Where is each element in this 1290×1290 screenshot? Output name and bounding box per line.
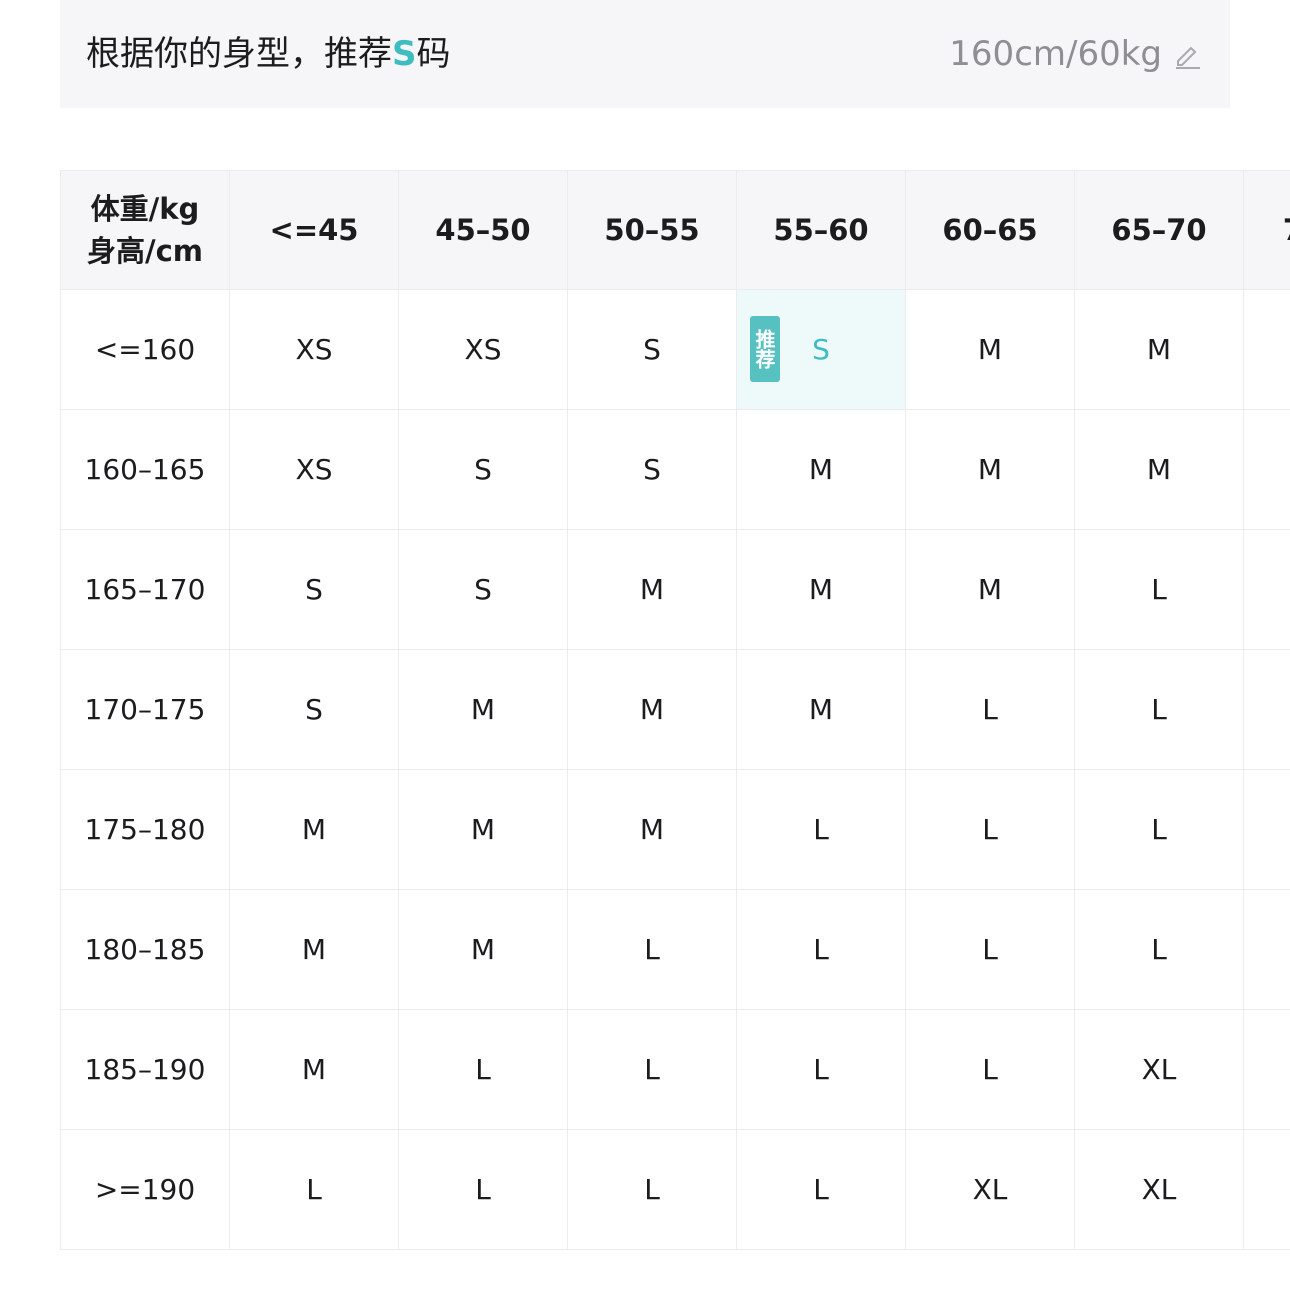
recommended-badge: 推荐 xyxy=(750,316,780,382)
measurement-value: 160cm/60kg xyxy=(949,34,1162,74)
size-cell: S xyxy=(398,529,568,650)
size-cell: M xyxy=(567,769,737,890)
size-cell: L xyxy=(567,1009,737,1130)
weight-axis-label: 体重/kg xyxy=(90,192,200,226)
recommendation-prefix: 根据你的身型，推荐 xyxy=(86,34,392,74)
height-row-header: 170–175 xyxy=(60,649,230,770)
recommended-size-cell: 推荐 S xyxy=(736,289,906,410)
size-cell: L xyxy=(398,1129,568,1250)
size-cell: M xyxy=(229,889,399,1010)
size-cell: S xyxy=(567,409,737,530)
size-cell xyxy=(1243,889,1290,1010)
table-row: <=160 XS XS S 推荐 S M M xyxy=(60,289,1290,410)
table-row: 175–180 M M M L L L xyxy=(60,769,1290,890)
size-cell: M xyxy=(398,649,568,770)
size-cell: M xyxy=(398,769,568,890)
corner-header: 体重/kg 身高/cm xyxy=(60,170,230,290)
weight-column-header: 45–50 xyxy=(398,170,568,290)
size-cell: XL xyxy=(1074,1129,1244,1250)
size-value: S xyxy=(812,333,830,366)
size-cell: L xyxy=(398,1009,568,1130)
height-row-header: 160–165 xyxy=(60,409,230,530)
size-cell: L xyxy=(567,889,737,1010)
size-cell: S xyxy=(229,649,399,770)
weight-column-header: <=45 xyxy=(229,170,399,290)
height-axis-label: 身高/cm xyxy=(86,234,203,268)
size-cell: L xyxy=(1074,889,1244,1010)
size-cell xyxy=(1243,529,1290,650)
height-row-header: 175–180 xyxy=(60,769,230,890)
size-cell: M xyxy=(229,769,399,890)
size-cell: L xyxy=(567,1129,737,1250)
size-cell: S xyxy=(229,529,399,650)
size-cell: L xyxy=(736,1009,906,1130)
size-cell: XL xyxy=(1074,1009,1244,1130)
size-cell: M xyxy=(567,649,737,770)
table-row: 160–165 XS S S M M M xyxy=(60,409,1290,530)
weight-column-header: 65–70 xyxy=(1074,170,1244,290)
size-cell: M xyxy=(567,529,737,650)
size-cell: L xyxy=(1074,529,1244,650)
size-cell xyxy=(1243,1129,1290,1250)
size-cell: M xyxy=(736,649,906,770)
size-cell: S xyxy=(567,289,737,410)
size-cell: L xyxy=(905,769,1075,890)
size-cell xyxy=(1243,409,1290,530)
header-row: 体重/kg 身高/cm <=45 45–50 50–55 55–60 60–65 65–7… xyxy=(60,170,1290,290)
weight-column-header: 50–55 xyxy=(567,170,737,290)
size-cell: L xyxy=(905,649,1075,770)
size-cell: XL xyxy=(905,1129,1075,1250)
size-cell: L xyxy=(905,1009,1075,1130)
height-row-header: >=190 xyxy=(60,1129,230,1250)
size-cell: XS xyxy=(398,289,568,410)
weight-column-header: 7 xyxy=(1243,170,1290,290)
height-row-header: 165–170 xyxy=(60,529,230,650)
recommendation-text: 根据你的身型，推荐S码 xyxy=(86,30,451,78)
size-cell: L xyxy=(1074,769,1244,890)
edit-pencil-icon[interactable] xyxy=(1172,39,1202,69)
height-row-header: 180–185 xyxy=(60,889,230,1010)
size-table: 体重/kg 身高/cm <=45 45–50 50–55 55–60 60–65 65–7… xyxy=(60,170,1290,1250)
size-cell xyxy=(1243,289,1290,410)
table-row: 180–185 M M L L L L xyxy=(60,889,1290,1010)
size-cell: M xyxy=(229,1009,399,1130)
size-cell: L xyxy=(736,769,906,890)
recommendation-bar: 根据你的身型，推荐S码 160cm/60kg xyxy=(60,0,1230,108)
recommended-size: S xyxy=(392,34,417,74)
table-row: 185–190 M L L L L XL xyxy=(60,1009,1290,1130)
size-cell: L xyxy=(736,889,906,1010)
size-cell: M xyxy=(1074,409,1244,530)
size-cell: L xyxy=(736,1129,906,1250)
size-cell xyxy=(1243,649,1290,770)
size-cell xyxy=(1243,769,1290,890)
size-cell: M xyxy=(905,529,1075,650)
size-cell: M xyxy=(905,289,1075,410)
size-cell: S xyxy=(398,409,568,530)
height-row-header: <=160 xyxy=(60,289,230,410)
size-cell: M xyxy=(1074,289,1244,410)
recommendation-suffix: 码 xyxy=(416,34,451,74)
size-cell: XS xyxy=(229,289,399,410)
size-cell xyxy=(1243,1009,1290,1130)
size-cell: M xyxy=(736,529,906,650)
size-cell: M xyxy=(736,409,906,530)
table-row: 170–175 S M M M L L xyxy=(60,649,1290,770)
size-cell: L xyxy=(905,889,1075,1010)
weight-column-header: 60–65 xyxy=(905,170,1075,290)
weight-column-header: 55–60 xyxy=(736,170,906,290)
body-measurement[interactable]: 160cm/60kg xyxy=(949,30,1202,78)
size-cell: M xyxy=(905,409,1075,530)
size-cell: L xyxy=(229,1129,399,1250)
size-cell: M xyxy=(398,889,568,1010)
size-chart: 体重/kg 身高/cm <=45 45–50 50–55 55–60 60–65 65–7… xyxy=(60,170,1290,1250)
table-row: 165–170 S S M M M L xyxy=(60,529,1290,650)
size-cell: XS xyxy=(229,409,399,530)
table-row: >=190 L L L L XL XL xyxy=(60,1129,1290,1250)
size-cell: L xyxy=(1074,649,1244,770)
height-row-header: 185–190 xyxy=(60,1009,230,1130)
